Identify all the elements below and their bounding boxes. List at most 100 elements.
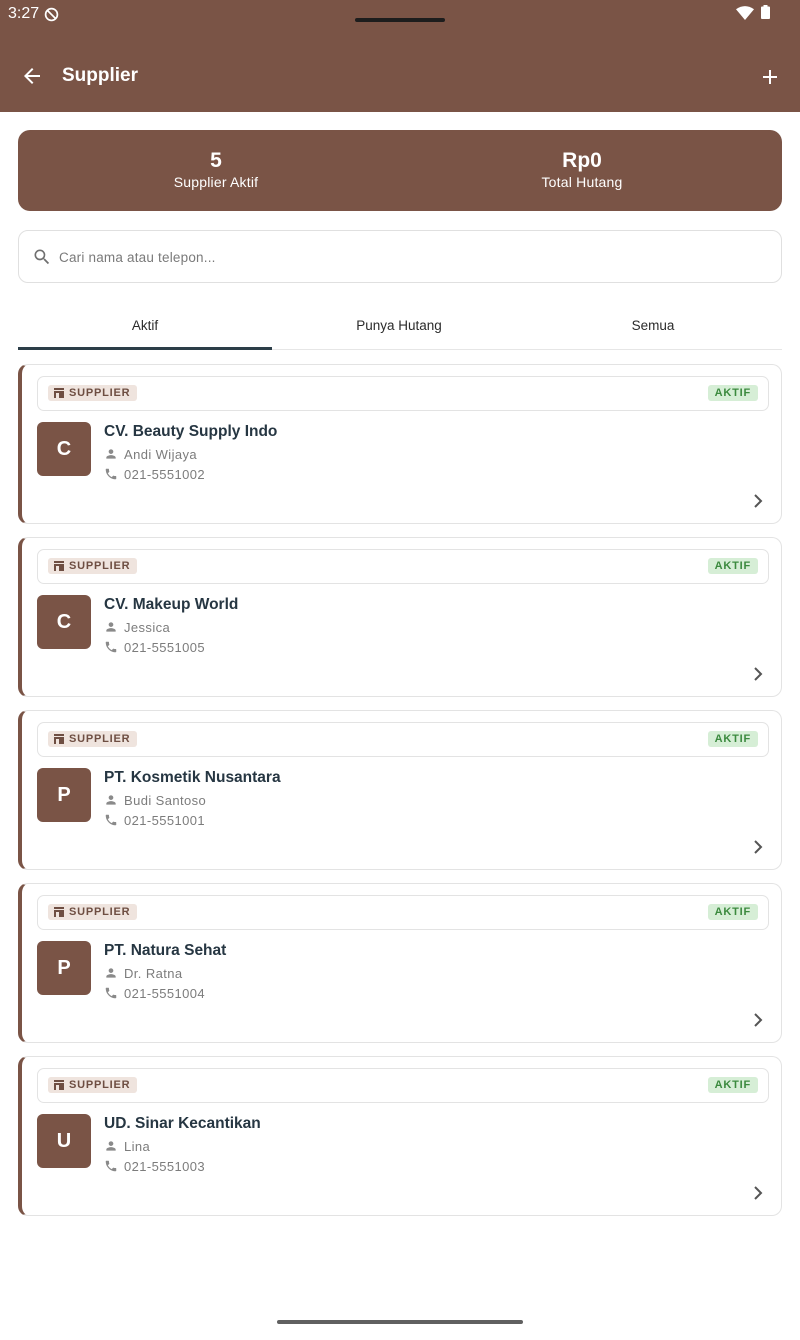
person-icon xyxy=(106,795,116,805)
supplier-card[interactable]: SUPPLIER AKTIF P PT. Natura Sehat Dr. Ra… xyxy=(18,883,782,1043)
supplier-name: CV. Makeup World xyxy=(104,596,239,613)
status-time: 3:27 xyxy=(8,5,40,22)
tab-semua[interactable]: Semua xyxy=(526,300,780,350)
phone-number: 021-5551003 xyxy=(124,1158,206,1174)
store-icon xyxy=(54,561,64,571)
active-supplier-stat: 5 Supplier Aktif xyxy=(66,148,366,190)
tab-indicator xyxy=(18,347,272,350)
phone-icon xyxy=(105,987,117,999)
avatar: C xyxy=(37,595,91,649)
status-badge: AKTIF xyxy=(707,731,758,747)
card-header: SUPPLIER AKTIF xyxy=(37,1068,769,1103)
status-badge: AKTIF xyxy=(707,904,758,920)
supplier-name: PT. Natura Sehat xyxy=(104,942,227,959)
card-header: SUPPLIER AKTIF xyxy=(37,376,769,411)
wifi-icon xyxy=(736,6,754,20)
contact-name: Jessica xyxy=(124,619,171,635)
chevron-right-icon xyxy=(754,1186,763,1200)
type-badge-label: SUPPLIER xyxy=(69,733,131,745)
type-badge: SUPPLIER xyxy=(48,904,138,920)
supplier-card[interactable]: SUPPLIER AKTIF C CV. Makeup World Jessic… xyxy=(18,537,782,697)
camera-notch xyxy=(355,18,445,22)
person-icon xyxy=(106,449,116,459)
phone-number: 021-5551004 xyxy=(124,985,206,1001)
plus-icon xyxy=(763,70,777,84)
person-icon xyxy=(106,968,116,978)
search-box[interactable] xyxy=(18,230,782,283)
phone-line: 021-5551002 xyxy=(104,466,205,482)
total-debt-stat: Rp0 Total Hutang xyxy=(432,148,732,190)
type-badge: SUPPLIER xyxy=(48,558,138,574)
contact-name: Lina xyxy=(124,1138,151,1154)
card-header: SUPPLIER AKTIF xyxy=(37,549,769,584)
supplier-name: UD. Sinar Kecantikan xyxy=(104,1115,261,1132)
arrow-back-icon xyxy=(24,68,40,84)
tab-aktif[interactable]: Aktif xyxy=(18,300,272,350)
type-badge-label: SUPPLIER xyxy=(69,560,131,572)
contact-person: Lina xyxy=(104,1138,150,1154)
back-button[interactable] xyxy=(18,62,46,90)
chevron-right-icon xyxy=(754,494,763,508)
supplier-card[interactable]: SUPPLIER AKTIF U UD. Sinar Kecantikan Li… xyxy=(18,1056,782,1216)
contact-person: Dr. Ratna xyxy=(104,965,183,981)
gesture-nav-handle[interactable] xyxy=(277,1320,523,1324)
type-badge: SUPPLIER xyxy=(48,385,138,401)
contact-person: Andi Wijaya xyxy=(104,446,197,462)
type-badge-label: SUPPLIER xyxy=(69,387,131,399)
phone-number: 021-5551001 xyxy=(124,812,206,828)
phone-line: 021-5551003 xyxy=(104,1158,205,1174)
total-debt-value: Rp0 xyxy=(562,149,602,172)
avatar: P xyxy=(37,768,91,822)
active-supplier-count: 5 xyxy=(210,149,222,172)
total-debt-label: Total Hutang xyxy=(541,174,623,190)
phone-line: 021-5551001 xyxy=(104,812,205,828)
page-title: Supplier xyxy=(62,65,139,86)
phone-icon xyxy=(105,468,117,480)
do-not-disturb-icon xyxy=(44,7,59,22)
type-badge-label: SUPPLIER xyxy=(69,906,131,918)
chevron-right-icon xyxy=(754,667,763,681)
contact-name: Andi Wijaya xyxy=(124,446,198,462)
person-icon xyxy=(106,1141,116,1151)
type-badge: SUPPLIER xyxy=(48,731,138,747)
summary-card: 5 Supplier Aktif Rp0 Total Hutang xyxy=(18,130,782,211)
card-header: SUPPLIER AKTIF xyxy=(37,722,769,757)
filter-tabs: Aktif Punya Hutang Semua xyxy=(18,300,782,350)
type-badge-label: SUPPLIER xyxy=(69,1079,131,1091)
phone-number: 021-5551002 xyxy=(124,466,206,482)
contact-person: Budi Santoso xyxy=(104,792,206,808)
search-input[interactable] xyxy=(59,243,759,271)
avatar: P xyxy=(37,941,91,995)
add-supplier-button[interactable] xyxy=(756,63,784,91)
chevron-right-icon xyxy=(754,840,763,854)
contact-name: Dr. Ratna xyxy=(124,965,183,981)
status-badge: AKTIF xyxy=(707,1077,758,1093)
supplier-card[interactable]: SUPPLIER AKTIF C CV. Beauty Supply Indo … xyxy=(18,364,782,524)
store-icon xyxy=(54,734,64,744)
phone-icon xyxy=(105,641,117,653)
app-bar: 3:27 Supplier xyxy=(0,0,800,112)
avatar: C xyxy=(37,422,91,476)
status-badge: AKTIF xyxy=(707,558,758,574)
phone-number: 021-5551005 xyxy=(124,639,206,655)
store-icon xyxy=(54,1080,64,1090)
search-icon xyxy=(34,249,50,265)
type-badge: SUPPLIER xyxy=(48,1077,138,1093)
status-badge: AKTIF xyxy=(707,385,758,401)
store-icon xyxy=(54,388,64,398)
tab-punya-hutang[interactable]: Punya Hutang xyxy=(272,300,526,350)
contact-person: Jessica xyxy=(104,619,170,635)
supplier-list: SUPPLIER AKTIF C CV. Beauty Supply Indo … xyxy=(18,364,782,1229)
active-supplier-label: Supplier Aktif xyxy=(173,174,259,190)
supplier-name: PT. Kosmetik Nusantara xyxy=(104,769,281,786)
contact-name: Budi Santoso xyxy=(124,792,207,808)
person-icon xyxy=(106,622,116,632)
battery-icon xyxy=(761,5,770,19)
card-header: SUPPLIER AKTIF xyxy=(37,895,769,930)
chevron-right-icon xyxy=(754,1013,763,1027)
phone-icon xyxy=(105,814,117,826)
phone-line: 021-5551004 xyxy=(104,985,205,1001)
phone-icon xyxy=(105,1160,117,1172)
phone-line: 021-5551005 xyxy=(104,639,205,655)
supplier-card[interactable]: SUPPLIER AKTIF P PT. Kosmetik Nusantara … xyxy=(18,710,782,870)
